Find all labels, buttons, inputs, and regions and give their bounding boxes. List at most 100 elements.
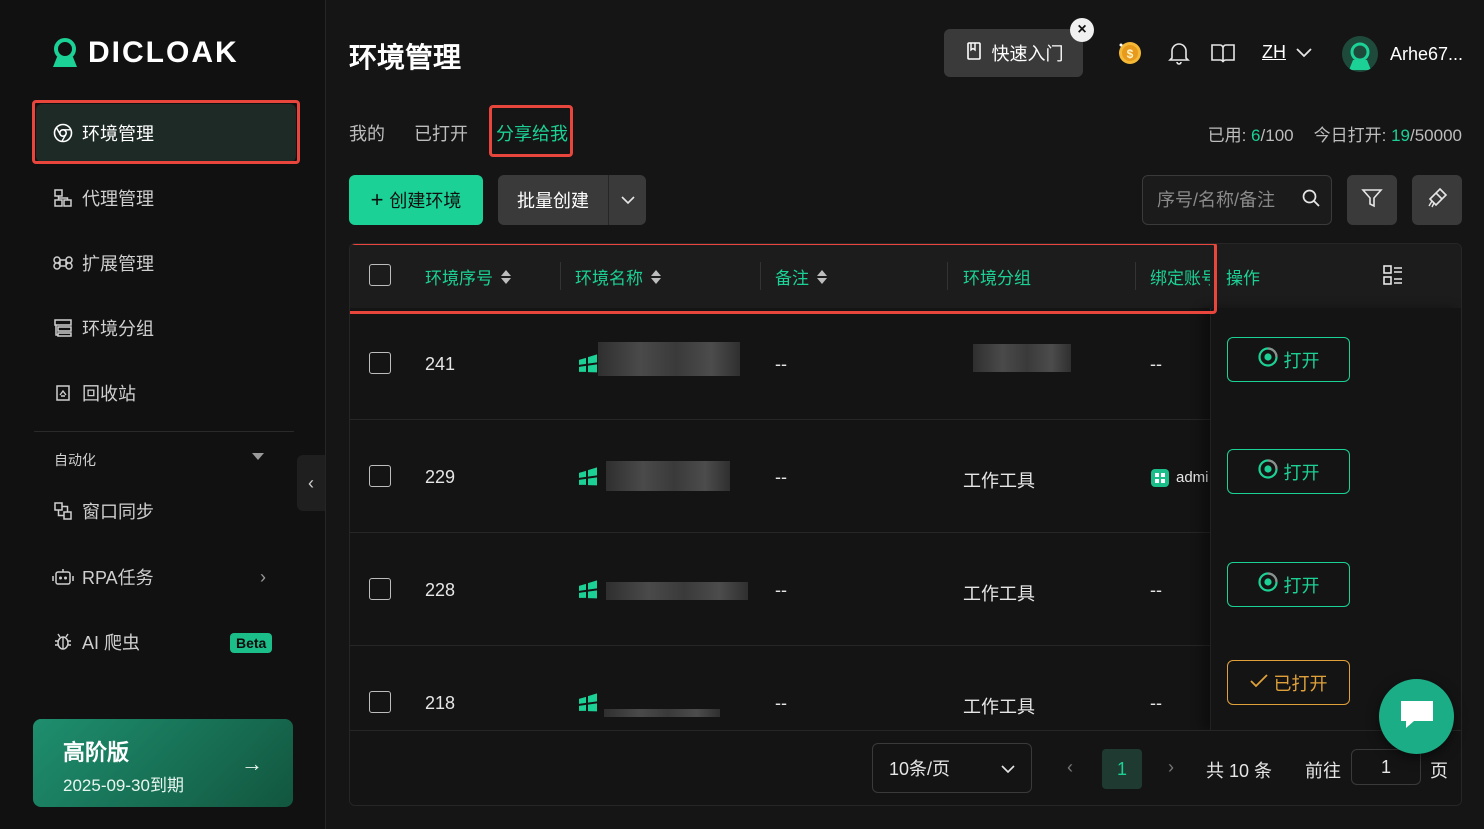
quick-start-button[interactable]: 快速入门: [944, 29, 1083, 77]
username[interactable]: Arhe67...: [1390, 44, 1463, 65]
table-header: 环境序号 环境名称 备注 环境分组 绑定账号 操作: [350, 244, 1461, 308]
row-group: 工作工具: [963, 697, 1035, 717]
tab-shared-with-me[interactable]: 分享给我: [496, 120, 568, 146]
group-icon: [52, 317, 74, 339]
column-header-note[interactable]: 备注: [775, 264, 827, 289]
open-button[interactable]: 打开: [1227, 449, 1350, 494]
chrome-icon: [1257, 459, 1278, 484]
sidebar-item-label: AI 爬虫: [82, 633, 141, 653]
search-input[interactable]: [1157, 189, 1301, 211]
sidebar-item-label: 窗口同步: [82, 502, 154, 522]
avatar[interactable]: [1342, 36, 1378, 72]
batch-create-button[interactable]: 批量创建: [498, 175, 646, 225]
search-icon[interactable]: [1301, 188, 1321, 213]
row-checkbox[interactable]: [369, 352, 391, 374]
sort-icon[interactable]: [817, 269, 827, 284]
next-page-icon[interactable]: ›: [1168, 757, 1174, 778]
pagination: 10条/页 ‹ 1 › 共 10 条 前往 页: [350, 730, 1461, 805]
beta-badge: Beta: [230, 633, 273, 653]
premium-card[interactable]: 高阶版 2025-09-30到期 →: [33, 719, 293, 807]
chevron-down-icon: [1001, 758, 1015, 779]
page-number-current[interactable]: 1: [1102, 749, 1142, 789]
chat-button[interactable]: [1379, 679, 1454, 754]
select-all-checkbox[interactable]: [369, 264, 391, 286]
row-note: --: [775, 467, 787, 487]
row-account: --: [1150, 693, 1162, 713]
collapse-sidebar-button[interactable]: ‹: [297, 455, 325, 511]
recycle-icon: [52, 382, 74, 404]
filter-button[interactable]: [1347, 175, 1397, 225]
column-divider: [947, 262, 948, 290]
sidebar-item-proxy[interactable]: 代理管理: [36, 169, 296, 227]
account-platform-icon: [1151, 469, 1169, 487]
caret-down-icon[interactable]: [252, 453, 264, 460]
row-group: 工作工具: [963, 584, 1035, 604]
prev-page-icon[interactable]: ‹: [1067, 757, 1073, 778]
column-header-account[interactable]: 绑定账号: [1150, 264, 1210, 289]
environment-name-redacted: [604, 709, 720, 717]
check-icon: [1249, 672, 1268, 693]
row-account: --: [1150, 354, 1162, 374]
goto-page-input[interactable]: [1351, 749, 1421, 785]
proxy-icon: [52, 187, 74, 209]
column-divider: [560, 262, 561, 290]
sort-icon[interactable]: [501, 269, 511, 284]
sidebar-item-label: RPA任务: [82, 568, 154, 588]
environment-name-redacted: [598, 342, 740, 376]
close-icon[interactable]: ×: [1070, 18, 1094, 42]
row-note: --: [775, 580, 787, 600]
bell-icon[interactable]: [1166, 40, 1192, 66]
chevron-down-icon[interactable]: [609, 195, 646, 205]
sidebar-item-groups[interactable]: 环境分组: [36, 299, 296, 357]
sidebar-item-window-sync[interactable]: 窗口同步: [36, 482, 296, 540]
language-label: ZH: [1262, 42, 1286, 62]
used-count: 已用: 6/100: [1207, 126, 1294, 145]
sort-icon[interactable]: [651, 269, 661, 284]
language-selector[interactable]: ZH: [1262, 42, 1312, 63]
page-size-select[interactable]: 10条/页: [872, 743, 1032, 793]
column-settings-icon[interactable]: [1382, 264, 1404, 291]
column-header-name[interactable]: 环境名称: [575, 264, 661, 289]
open-book-icon[interactable]: [1210, 40, 1236, 66]
row-account: admi: [1176, 469, 1209, 486]
sidebar-item-rpa[interactable]: RPA任务 ›: [36, 548, 296, 606]
row-id: 241: [425, 354, 456, 374]
tab-mine[interactable]: 我的: [349, 120, 385, 146]
search-box[interactable]: [1142, 175, 1332, 225]
open-button[interactable]: 打开: [1227, 337, 1350, 382]
row-checkbox[interactable]: [369, 578, 391, 600]
robot-icon: [52, 566, 74, 588]
column-divider: [760, 262, 761, 290]
coin-icon[interactable]: $: [1115, 38, 1145, 68]
logo[interactable]: DICLOAK: [50, 36, 239, 70]
logo-icon: [53, 38, 77, 67]
sidebar: DICLOAK 环境管理 代理管理 扩展管理 环境分组 回收站 自动化 窗口同步…: [0, 0, 326, 829]
open-button[interactable]: 打开: [1227, 562, 1350, 607]
clean-button[interactable]: [1412, 175, 1462, 225]
row-id: 218: [425, 693, 456, 713]
tab-opened[interactable]: 已打开: [414, 120, 468, 146]
create-environment-button[interactable]: + 创建环境: [349, 175, 483, 225]
sidebar-item-extensions[interactable]: 扩展管理: [36, 234, 296, 292]
column-header-actions: 操作: [1226, 269, 1260, 288]
column-header-id[interactable]: 环境序号: [425, 264, 511, 289]
quick-start-label: 快速入门: [991, 44, 1064, 64]
sidebar-item-environment[interactable]: 环境管理: [36, 104, 296, 162]
row-checkbox[interactable]: [369, 691, 391, 713]
today-open-count: 今日打开: 19/50000: [1313, 126, 1462, 145]
column-header-group[interactable]: 环境分组: [963, 264, 1031, 289]
sidebar-item-label: 代理管理: [82, 189, 154, 209]
automation-section-label: 自动化: [54, 452, 96, 468]
row-checkbox[interactable]: [369, 465, 391, 487]
chrome-icon: [52, 122, 74, 144]
premium-title: 高阶版: [63, 740, 130, 765]
sidebar-item-recycle[interactable]: 回收站: [36, 364, 296, 422]
plus-icon: +: [370, 187, 384, 212]
windows-icon: [579, 580, 597, 599]
sidebar-divider: [34, 431, 294, 432]
batch-create-label: 批量创建: [517, 191, 589, 211]
actions-column: 打开 打开 打开 已打开: [1210, 308, 1461, 730]
windows-icon: [579, 467, 597, 486]
sidebar-item-label: 扩展管理: [82, 254, 154, 274]
opened-button[interactable]: 已打开: [1227, 660, 1350, 705]
